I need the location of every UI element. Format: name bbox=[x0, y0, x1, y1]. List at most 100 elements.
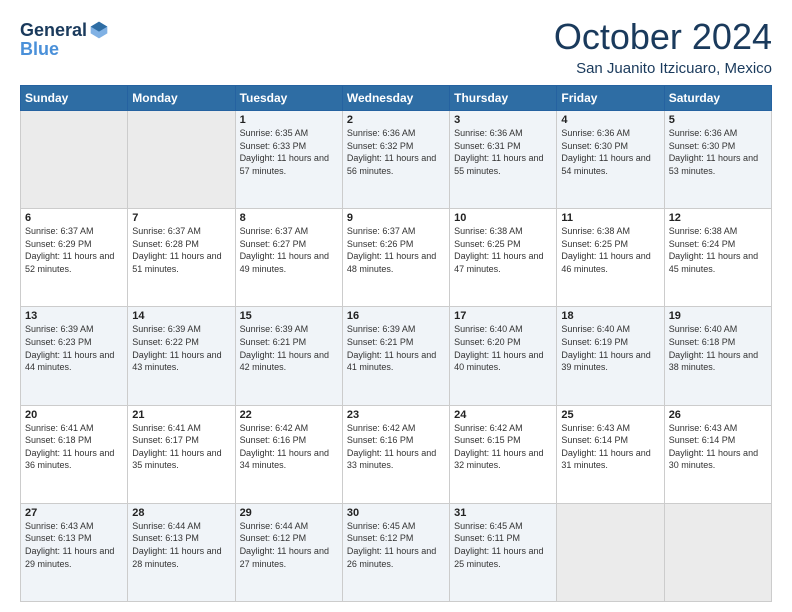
day-number: 27 bbox=[25, 507, 123, 519]
logo-blue: Blue bbox=[20, 39, 59, 59]
day-info: Sunrise: 6:38 AM Sunset: 6:25 PM Dayligh… bbox=[561, 225, 659, 275]
header: General Blue October 2024 San Juanito It… bbox=[20, 16, 772, 77]
day-number: 2 bbox=[347, 114, 445, 126]
calendar-header-row: Sunday Monday Tuesday Wednesday Thursday… bbox=[21, 86, 772, 111]
day-number: 30 bbox=[347, 507, 445, 519]
logo-text: General bbox=[20, 21, 87, 39]
calendar-week-row: 13Sunrise: 6:39 AM Sunset: 6:23 PM Dayli… bbox=[21, 307, 772, 405]
day-number: 22 bbox=[240, 409, 338, 421]
table-row: 24Sunrise: 6:42 AM Sunset: 6:15 PM Dayli… bbox=[450, 405, 557, 503]
day-info: Sunrise: 6:36 AM Sunset: 6:32 PM Dayligh… bbox=[347, 127, 445, 177]
day-info: Sunrise: 6:41 AM Sunset: 6:17 PM Dayligh… bbox=[132, 422, 230, 472]
day-number: 16 bbox=[347, 310, 445, 322]
day-number: 10 bbox=[454, 212, 552, 224]
col-monday: Monday bbox=[128, 86, 235, 111]
day-number: 5 bbox=[669, 114, 767, 126]
day-info: Sunrise: 6:40 AM Sunset: 6:18 PM Dayligh… bbox=[669, 323, 767, 373]
day-info: Sunrise: 6:42 AM Sunset: 6:15 PM Dayligh… bbox=[454, 422, 552, 472]
day-info: Sunrise: 6:43 AM Sunset: 6:13 PM Dayligh… bbox=[25, 520, 123, 570]
day-info: Sunrise: 6:45 AM Sunset: 6:12 PM Dayligh… bbox=[347, 520, 445, 570]
table-row: 31Sunrise: 6:45 AM Sunset: 6:11 PM Dayli… bbox=[450, 503, 557, 601]
calendar-week-row: 27Sunrise: 6:43 AM Sunset: 6:13 PM Dayli… bbox=[21, 503, 772, 601]
calendar-table: Sunday Monday Tuesday Wednesday Thursday… bbox=[20, 85, 772, 602]
day-number: 31 bbox=[454, 507, 552, 519]
logo: General Blue bbox=[20, 20, 109, 60]
col-saturday: Saturday bbox=[664, 86, 771, 111]
day-number: 8 bbox=[240, 212, 338, 224]
day-info: Sunrise: 6:37 AM Sunset: 6:29 PM Dayligh… bbox=[25, 225, 123, 275]
table-row: 22Sunrise: 6:42 AM Sunset: 6:16 PM Dayli… bbox=[235, 405, 342, 503]
table-row: 29Sunrise: 6:44 AM Sunset: 6:12 PM Dayli… bbox=[235, 503, 342, 601]
day-number: 28 bbox=[132, 507, 230, 519]
day-number: 11 bbox=[561, 212, 659, 224]
table-row: 7Sunrise: 6:37 AM Sunset: 6:28 PM Daylig… bbox=[128, 209, 235, 307]
day-number: 29 bbox=[240, 507, 338, 519]
day-info: Sunrise: 6:44 AM Sunset: 6:13 PM Dayligh… bbox=[132, 520, 230, 570]
table-row: 8Sunrise: 6:37 AM Sunset: 6:27 PM Daylig… bbox=[235, 209, 342, 307]
day-info: Sunrise: 6:44 AM Sunset: 6:12 PM Dayligh… bbox=[240, 520, 338, 570]
table-row: 14Sunrise: 6:39 AM Sunset: 6:22 PM Dayli… bbox=[128, 307, 235, 405]
table-row: 11Sunrise: 6:38 AM Sunset: 6:25 PM Dayli… bbox=[557, 209, 664, 307]
table-row: 2Sunrise: 6:36 AM Sunset: 6:32 PM Daylig… bbox=[342, 111, 449, 209]
day-number: 18 bbox=[561, 310, 659, 322]
table-row: 16Sunrise: 6:39 AM Sunset: 6:21 PM Dayli… bbox=[342, 307, 449, 405]
page: General Blue October 2024 San Juanito It… bbox=[0, 0, 792, 612]
day-info: Sunrise: 6:39 AM Sunset: 6:23 PM Dayligh… bbox=[25, 323, 123, 373]
table-row: 25Sunrise: 6:43 AM Sunset: 6:14 PM Dayli… bbox=[557, 405, 664, 503]
day-info: Sunrise: 6:45 AM Sunset: 6:11 PM Dayligh… bbox=[454, 520, 552, 570]
day-info: Sunrise: 6:39 AM Sunset: 6:21 PM Dayligh… bbox=[240, 323, 338, 373]
col-thursday: Thursday bbox=[450, 86, 557, 111]
day-number: 24 bbox=[454, 409, 552, 421]
day-info: Sunrise: 6:37 AM Sunset: 6:27 PM Dayligh… bbox=[240, 225, 338, 275]
day-info: Sunrise: 6:42 AM Sunset: 6:16 PM Dayligh… bbox=[240, 422, 338, 472]
day-info: Sunrise: 6:43 AM Sunset: 6:14 PM Dayligh… bbox=[561, 422, 659, 472]
table-row: 6Sunrise: 6:37 AM Sunset: 6:29 PM Daylig… bbox=[21, 209, 128, 307]
col-sunday: Sunday bbox=[21, 86, 128, 111]
table-row: 5Sunrise: 6:36 AM Sunset: 6:30 PM Daylig… bbox=[664, 111, 771, 209]
table-row: 9Sunrise: 6:37 AM Sunset: 6:26 PM Daylig… bbox=[342, 209, 449, 307]
table-row: 17Sunrise: 6:40 AM Sunset: 6:20 PM Dayli… bbox=[450, 307, 557, 405]
day-info: Sunrise: 6:38 AM Sunset: 6:24 PM Dayligh… bbox=[669, 225, 767, 275]
table-row bbox=[664, 503, 771, 601]
table-row: 4Sunrise: 6:36 AM Sunset: 6:30 PM Daylig… bbox=[557, 111, 664, 209]
table-row bbox=[128, 111, 235, 209]
day-info: Sunrise: 6:40 AM Sunset: 6:19 PM Dayligh… bbox=[561, 323, 659, 373]
day-number: 26 bbox=[669, 409, 767, 421]
day-number: 20 bbox=[25, 409, 123, 421]
table-row: 26Sunrise: 6:43 AM Sunset: 6:14 PM Dayli… bbox=[664, 405, 771, 503]
day-info: Sunrise: 6:41 AM Sunset: 6:18 PM Dayligh… bbox=[25, 422, 123, 472]
table-row: 18Sunrise: 6:40 AM Sunset: 6:19 PM Dayli… bbox=[557, 307, 664, 405]
day-info: Sunrise: 6:39 AM Sunset: 6:22 PM Dayligh… bbox=[132, 323, 230, 373]
day-info: Sunrise: 6:40 AM Sunset: 6:20 PM Dayligh… bbox=[454, 323, 552, 373]
table-row: 21Sunrise: 6:41 AM Sunset: 6:17 PM Dayli… bbox=[128, 405, 235, 503]
table-row bbox=[557, 503, 664, 601]
day-number: 25 bbox=[561, 409, 659, 421]
day-info: Sunrise: 6:42 AM Sunset: 6:16 PM Dayligh… bbox=[347, 422, 445, 472]
table-row: 23Sunrise: 6:42 AM Sunset: 6:16 PM Dayli… bbox=[342, 405, 449, 503]
table-row: 1Sunrise: 6:35 AM Sunset: 6:33 PM Daylig… bbox=[235, 111, 342, 209]
table-row: 30Sunrise: 6:45 AM Sunset: 6:12 PM Dayli… bbox=[342, 503, 449, 601]
table-row bbox=[21, 111, 128, 209]
day-number: 12 bbox=[669, 212, 767, 224]
table-row: 20Sunrise: 6:41 AM Sunset: 6:18 PM Dayli… bbox=[21, 405, 128, 503]
day-number: 23 bbox=[347, 409, 445, 421]
day-number: 14 bbox=[132, 310, 230, 322]
day-number: 21 bbox=[132, 409, 230, 421]
day-number: 15 bbox=[240, 310, 338, 322]
day-info: Sunrise: 6:35 AM Sunset: 6:33 PM Dayligh… bbox=[240, 127, 338, 177]
col-wednesday: Wednesday bbox=[342, 86, 449, 111]
col-tuesday: Tuesday bbox=[235, 86, 342, 111]
calendar-week-row: 20Sunrise: 6:41 AM Sunset: 6:18 PM Dayli… bbox=[21, 405, 772, 503]
location-title: San Juanito Itzicuaro, Mexico bbox=[554, 60, 772, 77]
calendar-week-row: 1Sunrise: 6:35 AM Sunset: 6:33 PM Daylig… bbox=[21, 111, 772, 209]
day-info: Sunrise: 6:37 AM Sunset: 6:28 PM Dayligh… bbox=[132, 225, 230, 275]
day-info: Sunrise: 6:36 AM Sunset: 6:31 PM Dayligh… bbox=[454, 127, 552, 177]
table-row: 3Sunrise: 6:36 AM Sunset: 6:31 PM Daylig… bbox=[450, 111, 557, 209]
day-info: Sunrise: 6:38 AM Sunset: 6:25 PM Dayligh… bbox=[454, 225, 552, 275]
table-row: 28Sunrise: 6:44 AM Sunset: 6:13 PM Dayli… bbox=[128, 503, 235, 601]
table-row: 12Sunrise: 6:38 AM Sunset: 6:24 PM Dayli… bbox=[664, 209, 771, 307]
day-info: Sunrise: 6:36 AM Sunset: 6:30 PM Dayligh… bbox=[669, 127, 767, 177]
table-row: 15Sunrise: 6:39 AM Sunset: 6:21 PM Dayli… bbox=[235, 307, 342, 405]
day-number: 9 bbox=[347, 212, 445, 224]
day-number: 7 bbox=[132, 212, 230, 224]
